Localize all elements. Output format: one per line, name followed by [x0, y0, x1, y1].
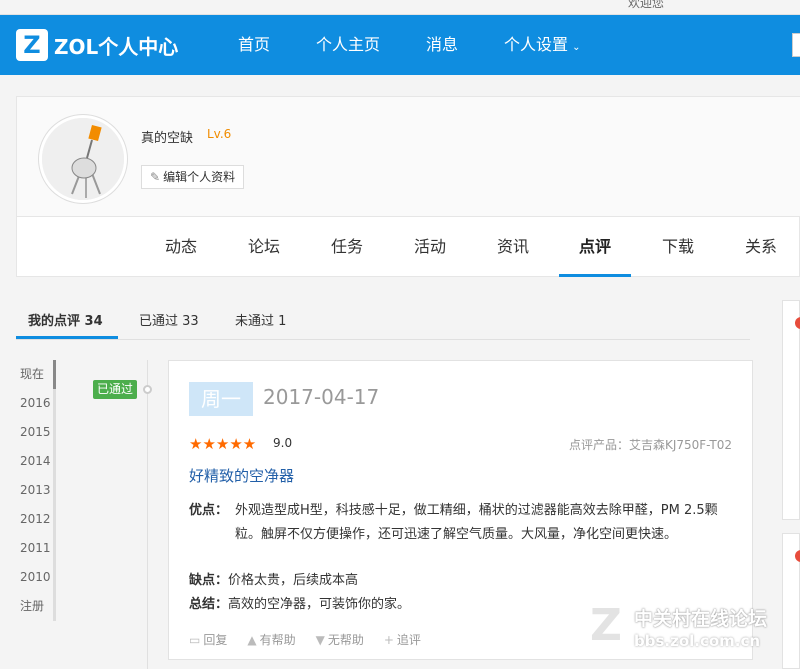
summary-text: 高效的空净器，可装饰你的家。: [228, 597, 411, 612]
nav-settings-label: 个人设置: [504, 35, 569, 54]
profile-header: 真的空缺 Lv.6 ✎ 编辑个人资料: [17, 97, 800, 217]
follow-up-button[interactable]: + 追评: [384, 631, 421, 648]
right-sidebar-panel: [782, 300, 800, 520]
tab-relations[interactable]: 关系: [725, 217, 797, 277]
tab-downloads[interactable]: 下载: [642, 217, 714, 277]
reviewed-product[interactable]: 点评产品：艾吉森KJ750F-T02: [569, 436, 732, 453]
review-title[interactable]: 好精致的空净器: [189, 465, 294, 486]
active-subtab-indicator: [16, 336, 118, 339]
subtab-my-reviews[interactable]: 我的点评 34: [28, 310, 103, 329]
reply-label: 回复: [203, 633, 228, 647]
review-pros: 优点： 外观造型成H型，科技感十足，做工精细，桶状的过滤器能高效去除甲醛，PM …: [189, 499, 729, 547]
main-nav: 首页 个人主页 消息 个人设置 ⌄: [238, 15, 626, 75]
tab-news[interactable]: 资讯: [477, 217, 549, 277]
year-item[interactable]: 2013: [16, 476, 56, 505]
unhelpful-label: 无帮助: [327, 633, 364, 647]
welcome-text: 欢迎您: [628, 0, 665, 10]
pencil-icon: ✎: [150, 170, 161, 184]
review-date: 2017-04-17: [263, 385, 380, 409]
helpful-label: 有帮助: [259, 633, 296, 647]
year-item[interactable]: 现在: [16, 360, 56, 389]
username[interactable]: 真的空缺: [141, 127, 193, 146]
year-item[interactable]: 2014: [16, 447, 56, 476]
avatar-image: [42, 118, 124, 200]
cons-text: 价格太贵，后续成本高: [228, 573, 359, 588]
watermark-logo-icon: Z: [590, 600, 622, 651]
thumbs-up-icon: ▲: [247, 633, 257, 647]
zol-logo-icon: Z: [16, 29, 48, 61]
watermark: Z 中关村在线论坛 bbs.zol.com.cn: [590, 600, 795, 660]
tab-activity[interactable]: 动态: [145, 217, 217, 277]
pros-label: 优点：: [189, 503, 229, 518]
profile-tabs: 动态 论坛 任务 活动 资讯 点评 下载 关系: [17, 217, 800, 277]
edit-profile-button[interactable]: ✎ 编辑个人资料: [141, 165, 245, 189]
user-level: Lv.6: [207, 127, 232, 141]
timeline-dot: [143, 385, 152, 394]
reply-button[interactable]: ▭ 回复: [189, 631, 227, 648]
subtab-failed[interactable]: 未通过 1: [235, 310, 286, 329]
year-item[interactable]: 2015: [16, 418, 56, 447]
tab-forum[interactable]: 论坛: [228, 217, 300, 277]
unhelpful-button[interactable]: ▼ 无帮助: [316, 631, 364, 648]
subtab-passed[interactable]: 已通过 33: [139, 310, 199, 329]
follow-up-label: 追评: [396, 633, 421, 647]
pros-text: 外观造型成H型，科技感十足，做工精细，桶状的过滤器能高效去除甲醛，PM 2.5颗…: [235, 503, 718, 542]
profile-panel: 真的空缺 Lv.6 ✎ 编辑个人资料 动态 论坛 任务 活动 资讯 点评 下载 关…: [16, 96, 800, 277]
watermark-text: 中关村在线论坛: [634, 608, 768, 630]
alert-icon: [795, 317, 800, 329]
year-timeline: 现在 2016 2015 2014 2013 2012 2011 2010 注册: [16, 360, 56, 621]
plus-icon: +: [383, 633, 394, 647]
alert-icon: [795, 550, 800, 562]
avatar[interactable]: [39, 115, 127, 203]
tab-events[interactable]: 活动: [394, 217, 466, 277]
cons-label: 缺点：: [189, 573, 229, 588]
nav-home[interactable]: 首页: [238, 15, 270, 75]
edit-profile-label: 编辑个人资料: [163, 170, 236, 184]
logo[interactable]: Z ZOL个人中心: [16, 29, 178, 61]
comment-icon: ▭: [189, 633, 201, 647]
tab-reviews[interactable]: 点评: [559, 217, 631, 277]
tab-tasks[interactable]: 任务: [311, 217, 383, 277]
year-item[interactable]: 2011: [16, 534, 56, 563]
nav-messages[interactable]: 消息: [426, 15, 458, 75]
review-subtabs: 我的点评 34 已通过 33 未通过 1: [16, 298, 750, 340]
timeline-line: [147, 360, 148, 669]
status-badge: 已通过: [93, 380, 138, 399]
rating-score: 9.0: [273, 436, 293, 450]
review-cons: 缺点：价格太贵，后续成本高: [189, 569, 358, 593]
year-item[interactable]: 2012: [16, 505, 56, 534]
helpful-button[interactable]: ▲ 有帮助: [247, 631, 295, 648]
thumbs-down-icon: ▼: [315, 633, 325, 647]
year-item[interactable]: 注册: [16, 592, 56, 621]
review-actions: ▭ 回复 ▲ 有帮助 ▼ 无帮助 + 追评: [189, 631, 441, 648]
review-summary: 总结：高效的空净器，可装饰你的家。: [189, 593, 410, 617]
watermark-url: bbs.zol.com.cn: [634, 632, 761, 650]
site-header: Z ZOL个人中心 首页 个人主页 消息 个人设置 ⌄: [0, 15, 800, 75]
year-item[interactable]: 2016: [16, 389, 56, 418]
nav-settings[interactable]: 个人设置 ⌄: [504, 15, 580, 75]
logo-text: ZOL个人中心: [54, 34, 179, 59]
review-weekday: 周一: [189, 382, 253, 416]
top-bar: 欢迎您: [0, 0, 800, 15]
chevron-down-icon: ⌄: [572, 42, 581, 53]
header-search-box[interactable]: [792, 33, 800, 57]
rating-stars-icon: ★★★★★: [189, 435, 257, 453]
summary-label: 总结：: [189, 597, 229, 612]
nav-profile[interactable]: 个人主页: [316, 15, 380, 75]
year-item[interactable]: 2010: [16, 563, 56, 592]
